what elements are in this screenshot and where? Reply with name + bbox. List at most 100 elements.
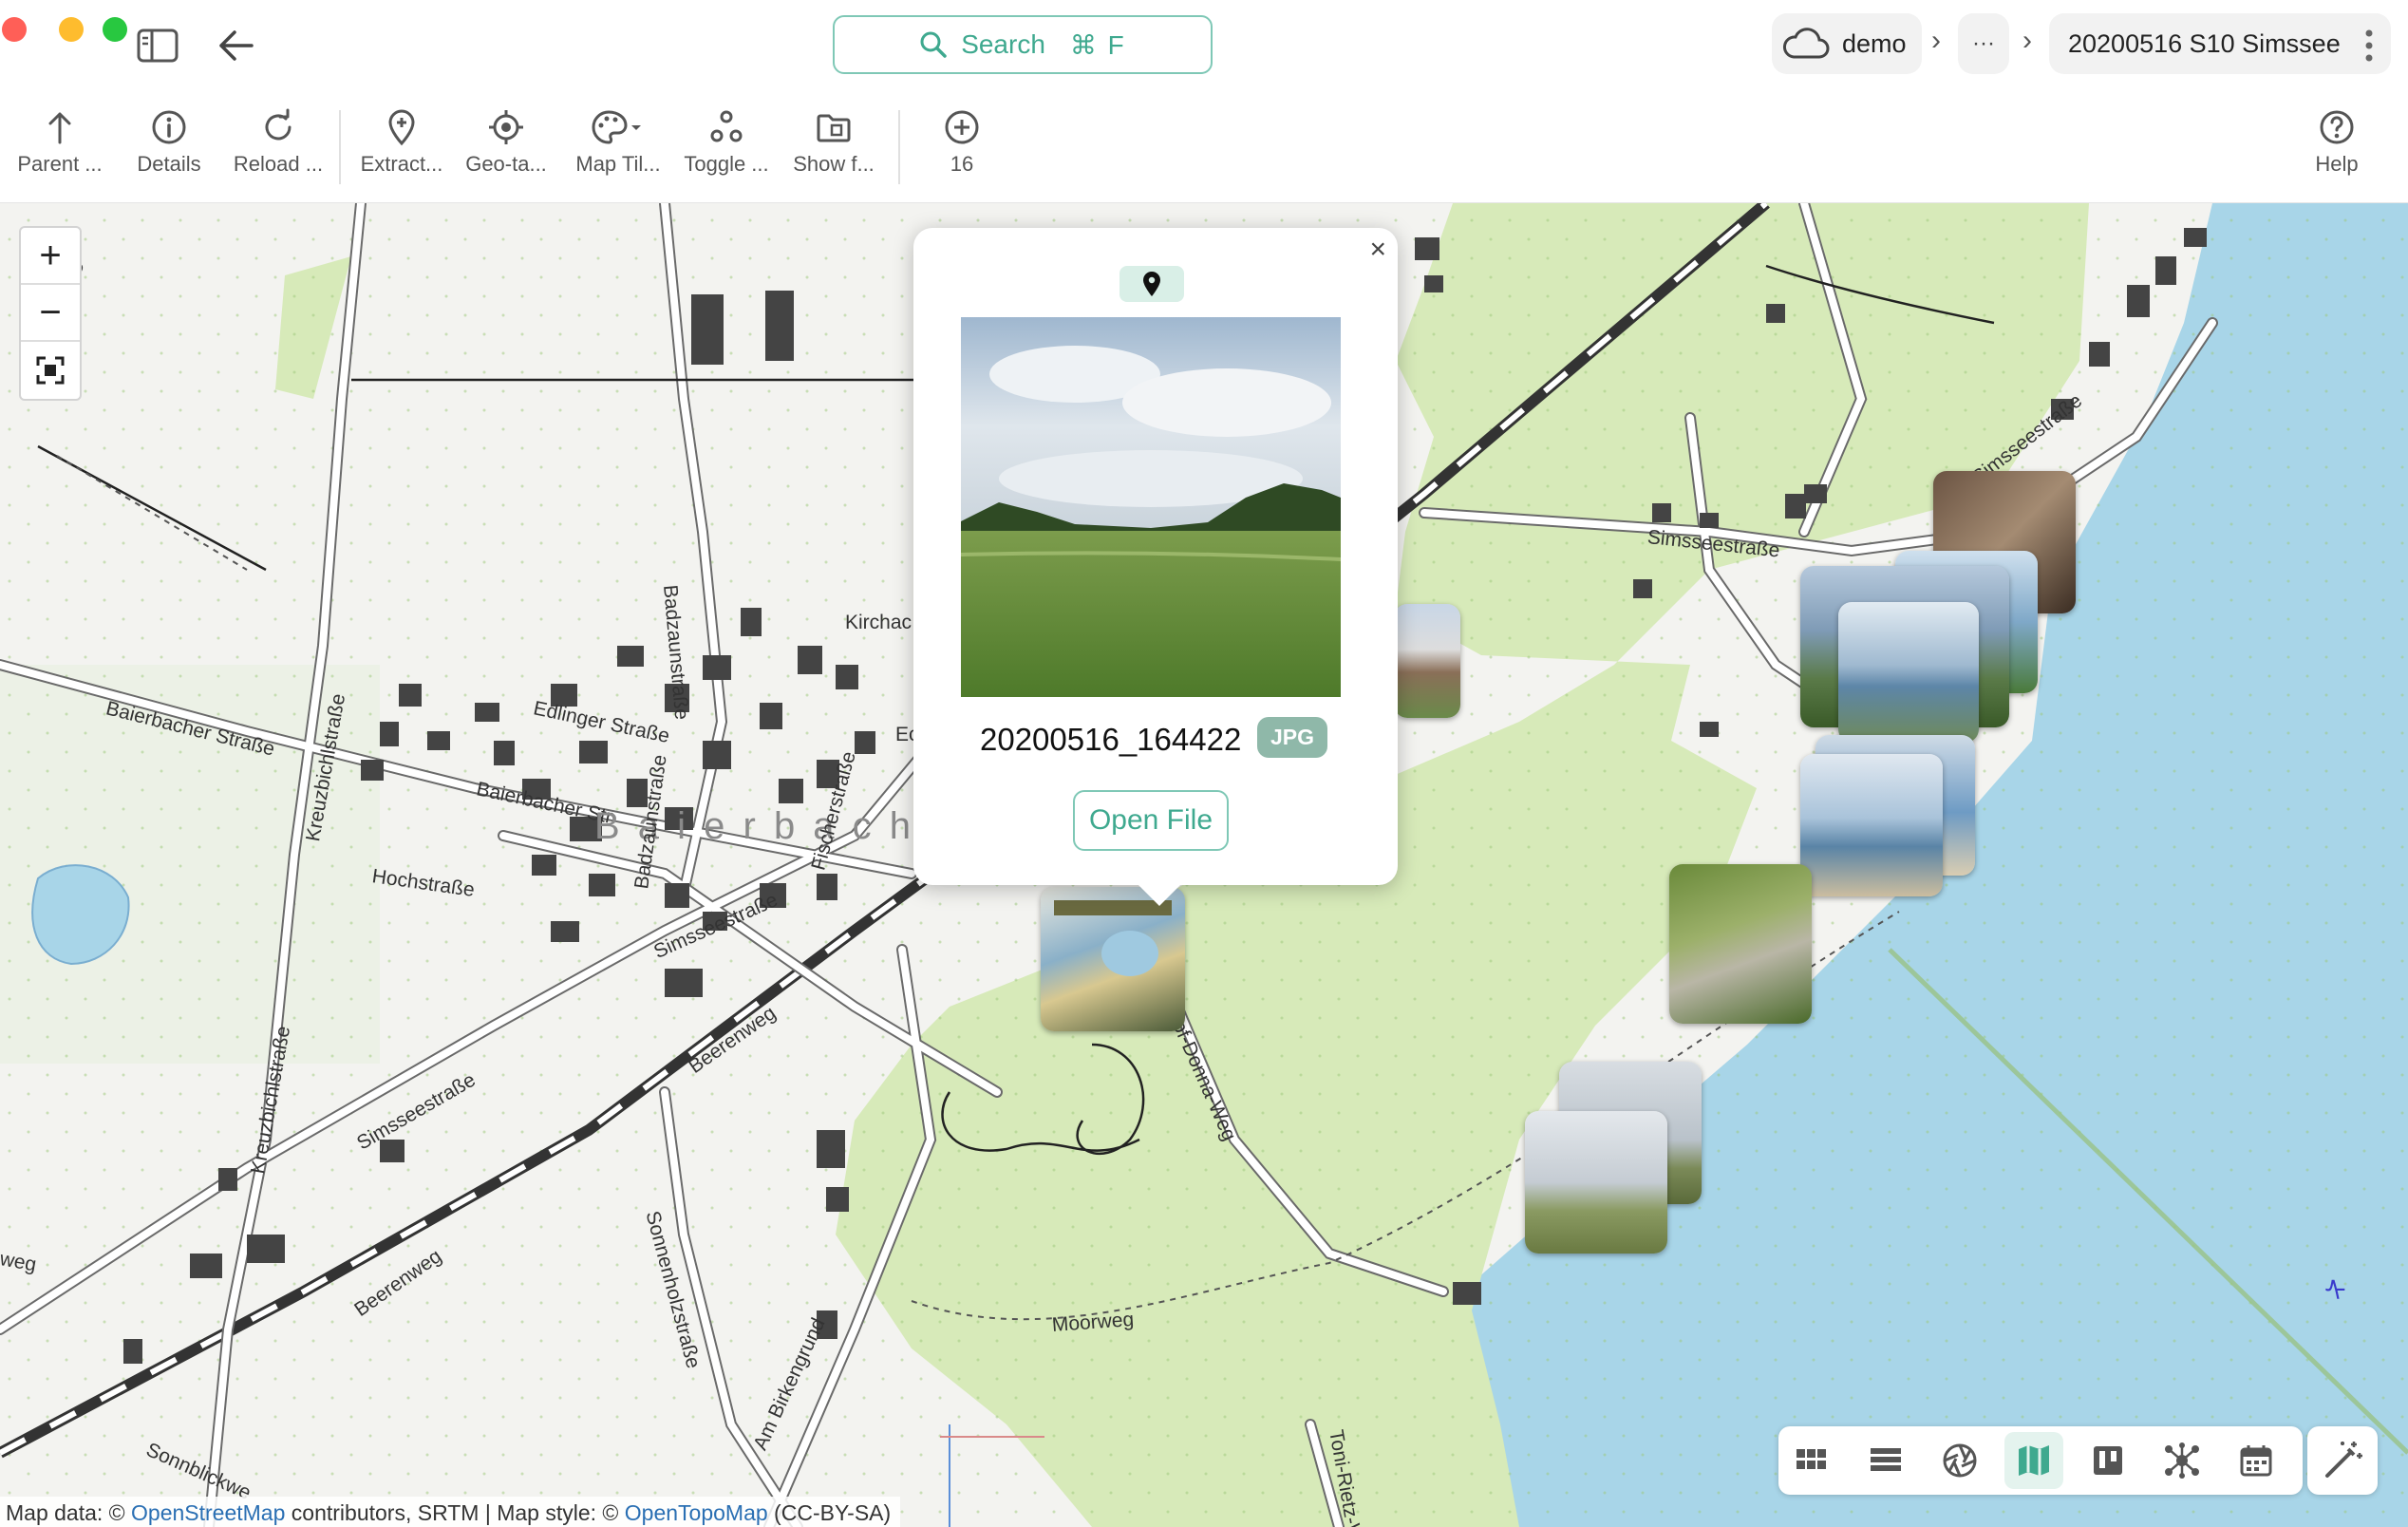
magic-wand-icon [2325, 1442, 2362, 1478]
network-icon [2165, 1442, 2199, 1479]
map-pin-icon [1143, 272, 1160, 296]
map-label: Kirchac [845, 612, 912, 633]
plus-circle-icon [945, 110, 979, 144]
location-pin-badge [1119, 266, 1184, 302]
toolbar-divider [339, 110, 341, 184]
zoom-controls: + − [19, 226, 82, 401]
photo-preview[interactable] [961, 317, 1341, 697]
search-button[interactable]: Search ⌘ F [833, 15, 1213, 74]
sign-map [1101, 931, 1158, 976]
search-shortcut: ⌘ F [1069, 29, 1126, 60]
help-icon [2320, 110, 2354, 144]
list-icon [1871, 1448, 1901, 1471]
minimize-window-button[interactable] [59, 17, 84, 42]
view-switcher [1778, 1426, 2303, 1495]
list-view-button[interactable] [1856, 1432, 1915, 1489]
toolbar: Parent ... Details Reload ... Extract...… [0, 89, 2408, 203]
reload-icon [265, 108, 292, 141]
grid-icon [1797, 1449, 1826, 1469]
layers-toggle-icon [710, 110, 743, 142]
show-folder-button[interactable]: Show f... [781, 108, 886, 177]
back-arrow-icon[interactable] [215, 27, 258, 65]
kanban-icon [2094, 1446, 2122, 1475]
more-options-icon[interactable] [2355, 27, 2383, 65]
fit-bounds-button[interactable] [21, 342, 80, 399]
map-tiles-button[interactable]: Map Til... [566, 108, 670, 177]
photo-popup: × 20200516_164422 JPG Open File [913, 228, 1398, 906]
toggle-layer-button[interactable]: Toggle ... [674, 108, 779, 177]
photo-thumbnail[interactable] [1838, 602, 1979, 743]
tool-label: Show f... [793, 152, 875, 176]
breadcrumb-ellipsis[interactable]: ··· [1958, 13, 2009, 74]
tool-label: 16 [950, 152, 974, 176]
attribution-prefix: Map data: © [6, 1500, 132, 1525]
tool-label: Geo-ta... [465, 152, 547, 176]
photo-count-button[interactable]: 16 [910, 108, 1014, 177]
breadcrumb-current-label: 20200516 S10 Simssee [2068, 28, 2341, 58]
file-type-badge: JPG [1257, 717, 1328, 758]
details-button[interactable]: Details [117, 108, 221, 177]
calendar-view-button[interactable] [2227, 1432, 2286, 1489]
zoom-in-button[interactable]: + [21, 228, 80, 285]
maximize-window-button[interactable] [103, 17, 127, 42]
tool-label: Map Til... [575, 152, 661, 176]
tool-label: Help [2315, 152, 2359, 176]
map-pin-icon [388, 109, 415, 146]
app-window: Search ⌘ F demo › ··· › 20200516 S10 Sim… [0, 0, 2408, 1527]
cloud-icon [1782, 28, 1830, 59]
toolbar-divider [898, 110, 900, 184]
calendar-icon [2240, 1445, 2272, 1477]
folder-icon [817, 114, 851, 142]
photo-thumbnail[interactable] [1669, 864, 1812, 1024]
info-icon [152, 110, 186, 144]
breadcrumb-current: 20200516 S10 Simssee [2049, 13, 2391, 74]
breadcrumb-separator: › [1931, 25, 1941, 56]
map-view-button[interactable] [2004, 1432, 2063, 1489]
zoom-out-button[interactable]: − [21, 285, 80, 342]
people-view-button[interactable] [2153, 1432, 2211, 1489]
geo-tag-button[interactable]: Geo-ta... [454, 108, 558, 177]
photo-thumbnail-selected[interactable] [1041, 887, 1185, 1031]
aperture-icon [1943, 1443, 1977, 1478]
opentopomap-link[interactable]: OpenTopoMap [625, 1500, 768, 1525]
help-button[interactable]: Help [2285, 108, 2389, 177]
open-file-button[interactable]: Open File [1073, 790, 1229, 851]
photo-thumbnail[interactable] [1800, 754, 1943, 896]
tool-label: Details [137, 152, 201, 176]
fullscreen-icon [36, 356, 65, 385]
kanban-view-button[interactable] [2079, 1432, 2137, 1489]
sidebar-toggle-icon[interactable] [135, 27, 180, 65]
breadcrumb-separator: › [2022, 25, 2032, 56]
map-icon [2019, 1445, 2049, 1476]
magic-wand-button[interactable] [2307, 1426, 2378, 1495]
map-marker: ᠰ [2324, 1276, 2346, 1308]
crosshair-icon [489, 110, 523, 144]
parent-folder-button[interactable]: Parent ... [8, 108, 112, 177]
tool-label: Toggle ... [684, 152, 769, 176]
title-bar: Search ⌘ F demo › ··· › 20200516 S10 Sim… [0, 0, 2408, 89]
close-popup-button[interactable]: × [1369, 234, 1386, 266]
tool-label: Reload ... [233, 152, 324, 176]
photo-thumbnail[interactable] [1525, 1111, 1667, 1254]
openstreetmap-link[interactable]: OpenStreetMap [131, 1500, 285, 1525]
tool-label: Extract... [360, 152, 443, 176]
attribution-middle: contributors, SRTM | Map style: © [285, 1500, 625, 1525]
camera-view-button[interactable] [1930, 1432, 1989, 1489]
photo-thumbnail[interactable] [1394, 604, 1460, 718]
map-attribution: Map data: © OpenStreetMap contributors, … [0, 1497, 901, 1527]
map-view[interactable]: Kirchac Baierbacher Straße Edlinger Stra… [0, 203, 2408, 1527]
grid-view-button[interactable] [1782, 1432, 1841, 1489]
search-label: Search [961, 29, 1045, 59]
attribution-suffix: (CC-BY-SA) [767, 1500, 892, 1525]
reload-button[interactable]: Reload ... [226, 108, 330, 177]
arrow-up-icon [48, 112, 71, 144]
photo-filename: 20200516_164422 [980, 722, 1242, 757]
tool-label: Parent ... [17, 152, 103, 176]
search-icon [920, 31, 947, 58]
palette-icon [592, 110, 641, 144]
breadcrumb-account[interactable]: demo [1772, 13, 1922, 74]
extract-location-button[interactable]: Extract... [349, 108, 454, 177]
close-window-button[interactable] [2, 17, 27, 42]
meadow-photo [961, 317, 1341, 697]
breadcrumb-account-label: demo [1842, 28, 1907, 58]
